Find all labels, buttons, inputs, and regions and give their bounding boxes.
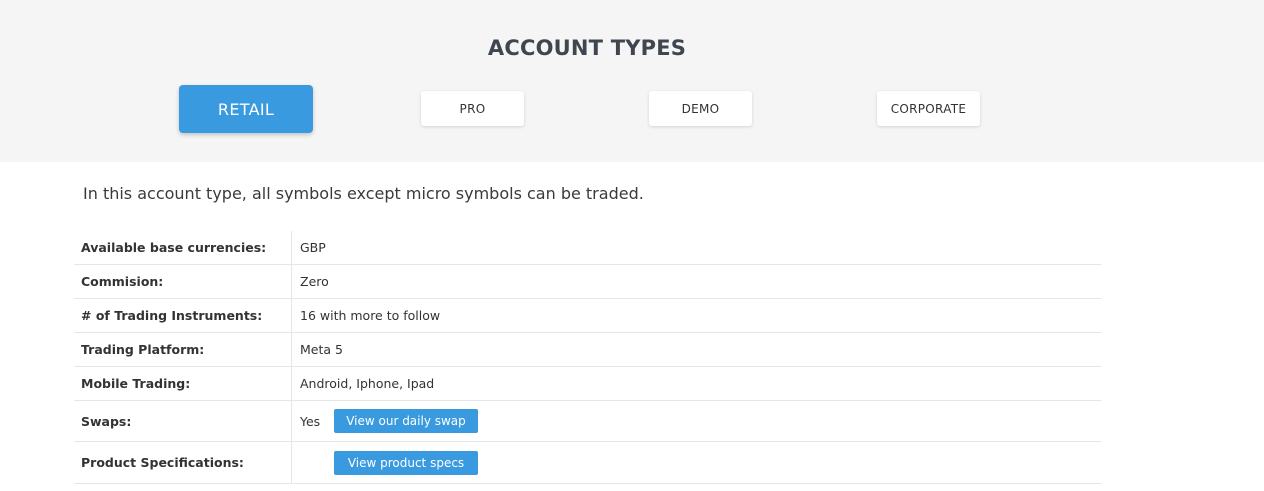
tab-pro-label: PRO — [459, 101, 486, 116]
spec-row-instruments: # of Trading Instruments: 16 with more t… — [74, 299, 1101, 333]
spec-value: 16 with more to follow — [300, 308, 441, 323]
spec-label: Commision: — [74, 265, 292, 298]
spec-row-product-specs: Product Specifications: View product spe… — [74, 442, 1101, 484]
spec-value: Meta 5 — [300, 342, 343, 357]
tab-pro[interactable]: PRO — [421, 91, 524, 126]
spec-label: # of Trading Instruments: — [74, 299, 292, 332]
spec-value-wrap: View product specs — [292, 450, 478, 475]
spec-table: Available base currencies: GBP Commision… — [74, 231, 1101, 484]
tab-demo-label: DEMO — [681, 101, 720, 116]
view-product-specs-button[interactable]: View product specs — [334, 450, 478, 475]
spec-row-swaps: Swaps: Yes View our daily swap — [74, 401, 1101, 442]
spec-value: Yes — [300, 413, 321, 429]
spec-value: GBP — [300, 240, 326, 255]
spec-row-platform: Trading Platform: Meta 5 — [74, 333, 1101, 367]
spec-row-commission: Commision: Zero — [74, 265, 1101, 299]
tab-corporate-label: CORPORATE — [890, 101, 967, 116]
page-title: ACCOUNT TYPES — [487, 36, 687, 60]
spec-label: Trading Platform: — [74, 333, 292, 366]
spec-label: Swaps: — [74, 401, 292, 441]
spec-value-wrap: Yes View our daily swap — [292, 409, 478, 433]
tab-corporate[interactable]: CORPORATE — [877, 91, 980, 126]
account-types-header: ACCOUNT TYPES RETAIL PRO DEMO CORPORATE — [0, 0, 1264, 162]
spec-row-mobile: Mobile Trading: Android, Iphone, Ipad — [74, 367, 1101, 401]
account-description: In this account type, all symbols except… — [83, 184, 644, 203]
spec-label: Available base currencies: — [74, 231, 292, 264]
spec-label: Mobile Trading: — [74, 367, 292, 400]
tab-retail[interactable]: RETAIL — [179, 85, 313, 133]
spec-label: Product Specifications: — [74, 442, 292, 483]
spec-value: Android, Iphone, Ipad — [300, 376, 435, 391]
spec-value: Zero — [300, 274, 329, 289]
spec-row-base-currencies: Available base currencies: GBP — [74, 231, 1101, 265]
tab-retail-label: RETAIL — [217, 99, 275, 119]
view-daily-swap-button[interactable]: View our daily swap — [334, 409, 478, 433]
tab-demo[interactable]: DEMO — [649, 91, 752, 126]
